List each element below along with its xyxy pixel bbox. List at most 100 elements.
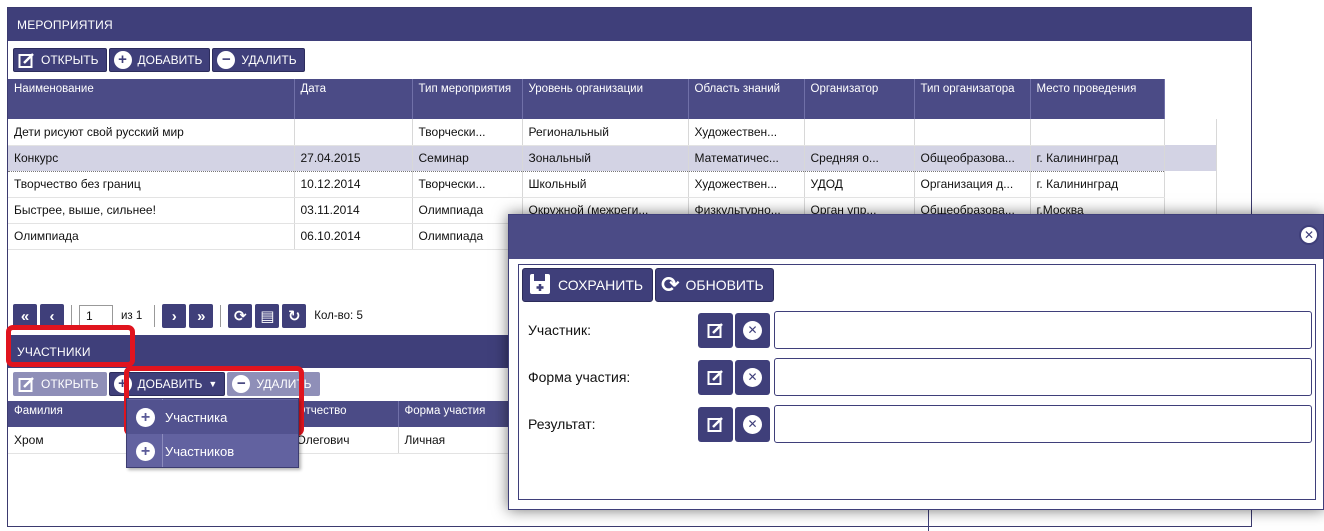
menu-item-add-participants[interactable]: + Участников bbox=[127, 434, 298, 468]
clear-field-button[interactable]: ✕ bbox=[735, 312, 770, 348]
divider bbox=[71, 305, 72, 327]
events-delete-button[interactable]: − УДАЛИТЬ bbox=[212, 48, 305, 72]
table-cell: Зональный bbox=[522, 145, 689, 172]
col-header[interactable]: Отчество bbox=[290, 401, 399, 427]
table-cell: Дети рисуют свой русский мир bbox=[8, 119, 295, 146]
save-icon bbox=[528, 272, 552, 299]
events-header-title: МЕРОПРИЯТИЯ bbox=[17, 18, 113, 32]
participant-dialog: ✕ СОХРАНИТЬ ⟳ ОБНОВИТЬ Участник: ✕ Форма bbox=[508, 214, 1324, 510]
events-header-row: Наименование Дата Тип мероприятия Уровен… bbox=[8, 79, 1216, 119]
col-header-filler bbox=[1164, 79, 1216, 119]
edit-icon bbox=[18, 52, 35, 69]
col-header[interactable]: Тип организатора bbox=[914, 79, 1031, 119]
printer-icon: ▤ bbox=[260, 308, 275, 325]
table-cell bbox=[294, 119, 413, 146]
reload-icon: ↻ bbox=[288, 308, 301, 325]
print-button[interactable]: ▤ bbox=[255, 304, 280, 328]
save-label: СОХРАНИТЬ bbox=[558, 277, 644, 293]
table-cell: Олимпиада bbox=[412, 197, 523, 224]
table-cell: Быстрее, выше, сильнее! bbox=[8, 197, 295, 224]
table-cell: УДОД bbox=[804, 171, 915, 198]
table-cell-filler bbox=[1164, 145, 1217, 171]
field-label: Участник: bbox=[528, 322, 591, 338]
menu-item-add-participant[interactable]: + Участника bbox=[127, 400, 298, 434]
table-cell: Художествен... bbox=[688, 119, 805, 146]
col-header[interactable]: Тип мероприятия bbox=[412, 79, 523, 119]
edit-field-button[interactable] bbox=[698, 359, 733, 395]
last-page-button[interactable]: » bbox=[189, 304, 214, 328]
events-delete-label: УДАЛИТЬ bbox=[241, 53, 297, 67]
menu-item-label: Участника bbox=[165, 409, 228, 425]
table-cell: 10.12.2014 bbox=[294, 171, 413, 198]
col-header[interactable]: Наименование bbox=[8, 79, 295, 119]
plus-circle-icon: + bbox=[136, 441, 155, 461]
table-cell: г. Калининград bbox=[1030, 171, 1165, 198]
events-add-button[interactable]: + ДОБАВИТЬ bbox=[108, 48, 211, 72]
table-cell: Творчески... bbox=[412, 119, 523, 146]
table-cell: Олегович bbox=[290, 427, 399, 454]
col-header[interactable]: Форма участия bbox=[398, 401, 509, 427]
table-cell: Средняя о... bbox=[804, 145, 915, 172]
minus-circle-icon: − bbox=[217, 51, 236, 69]
col-header[interactable]: Место проведения bbox=[1030, 79, 1165, 119]
next-page-button[interactable]: › bbox=[162, 304, 187, 328]
refresh-button[interactable]: ⟳ ОБНОВИТЬ bbox=[655, 268, 774, 302]
events-header: МЕРОПРИЯТИЯ bbox=[8, 8, 1251, 41]
events-open-button[interactable]: ОТКРЫТЬ bbox=[13, 48, 107, 72]
table-cell-filler bbox=[1164, 171, 1217, 197]
clear-icon: ✕ bbox=[743, 367, 762, 387]
table-cell: Олимпиада bbox=[412, 223, 523, 250]
table-cell: Художествен... bbox=[688, 171, 805, 198]
result-input[interactable] bbox=[774, 405, 1312, 443]
col-header[interactable]: Дата bbox=[294, 79, 413, 119]
chevron-left-icon: ‹ bbox=[49, 307, 55, 325]
participants-open-label: ОТКРЫТЬ bbox=[41, 377, 99, 391]
reload-button[interactable]: ↻ bbox=[282, 304, 307, 328]
save-button[interactable]: СОХРАНИТЬ bbox=[522, 268, 654, 302]
events-add-label: ДОБАВИТЬ bbox=[137, 53, 203, 67]
page-input[interactable]: 1 bbox=[79, 305, 113, 327]
table-row[interactable]: Творчество без границ 10.12.2014 Творчески… bbox=[8, 171, 1217, 198]
col-header[interactable]: Область знаний bbox=[688, 79, 805, 119]
edit-icon bbox=[18, 376, 35, 393]
refresh-icon: ⟳ bbox=[234, 308, 247, 325]
table-cell: Общеобразова... bbox=[914, 145, 1031, 172]
edit-field-button[interactable] bbox=[698, 312, 733, 348]
dialog-body: СОХРАНИТЬ ⟳ ОБНОВИТЬ Участник: ✕ Форма у… bbox=[518, 264, 1316, 500]
table-cell: г. Калининград bbox=[1030, 145, 1165, 172]
table-cell: Математичес... bbox=[688, 145, 805, 172]
plus-circle-icon: + bbox=[136, 407, 155, 427]
refresh-icon: ⟳ bbox=[661, 272, 680, 297]
col-header[interactable]: Фамилия bbox=[8, 401, 127, 427]
edit-field-button[interactable] bbox=[698, 406, 733, 442]
participants-open-button[interactable]: ОТКРЫТЬ bbox=[13, 372, 107, 396]
participation-form-input[interactable] bbox=[774, 358, 1312, 396]
clear-field-button[interactable]: ✕ bbox=[735, 359, 770, 395]
dialog-title-bar bbox=[509, 215, 1323, 259]
table-cell-filler bbox=[1164, 119, 1217, 145]
plus-circle-icon: + bbox=[113, 51, 132, 69]
participant-input[interactable] bbox=[774, 311, 1312, 349]
table-cell bbox=[914, 119, 1031, 146]
table-cell: Творчески... bbox=[412, 171, 523, 198]
menu-item-label: Участников bbox=[165, 443, 235, 459]
refresh-button[interactable]: ⟳ bbox=[228, 304, 253, 328]
table-row[interactable]: Дети рисуют свой русский мир Творчески...… bbox=[8, 119, 1217, 146]
table-cell: Хром bbox=[8, 427, 127, 454]
field-label: Результат: bbox=[528, 416, 596, 432]
col-header[interactable]: Уровень организации bbox=[522, 79, 689, 119]
col-header[interactable]: Организатор bbox=[804, 79, 915, 119]
close-icon[interactable]: ✕ bbox=[1299, 225, 1319, 245]
refresh-label: ОБНОВИТЬ bbox=[685, 277, 764, 293]
table-cell: Региональный bbox=[522, 119, 689, 146]
table-cell bbox=[804, 119, 915, 146]
events-open-label: ОТКРЫТЬ bbox=[41, 53, 99, 67]
clear-field-button[interactable]: ✕ bbox=[735, 406, 770, 442]
table-row[interactable]: Конкурс 27.04.2015 Семинар Зональный Математ… bbox=[8, 145, 1217, 172]
clear-icon: ✕ bbox=[743, 320, 762, 340]
table-cell: Личная bbox=[398, 427, 509, 454]
table-cell: Семинар bbox=[412, 145, 523, 172]
form-row-result: Результат: ✕ bbox=[528, 405, 1312, 443]
edit-icon bbox=[707, 416, 723, 432]
page-of-label: из 1 bbox=[121, 310, 143, 322]
